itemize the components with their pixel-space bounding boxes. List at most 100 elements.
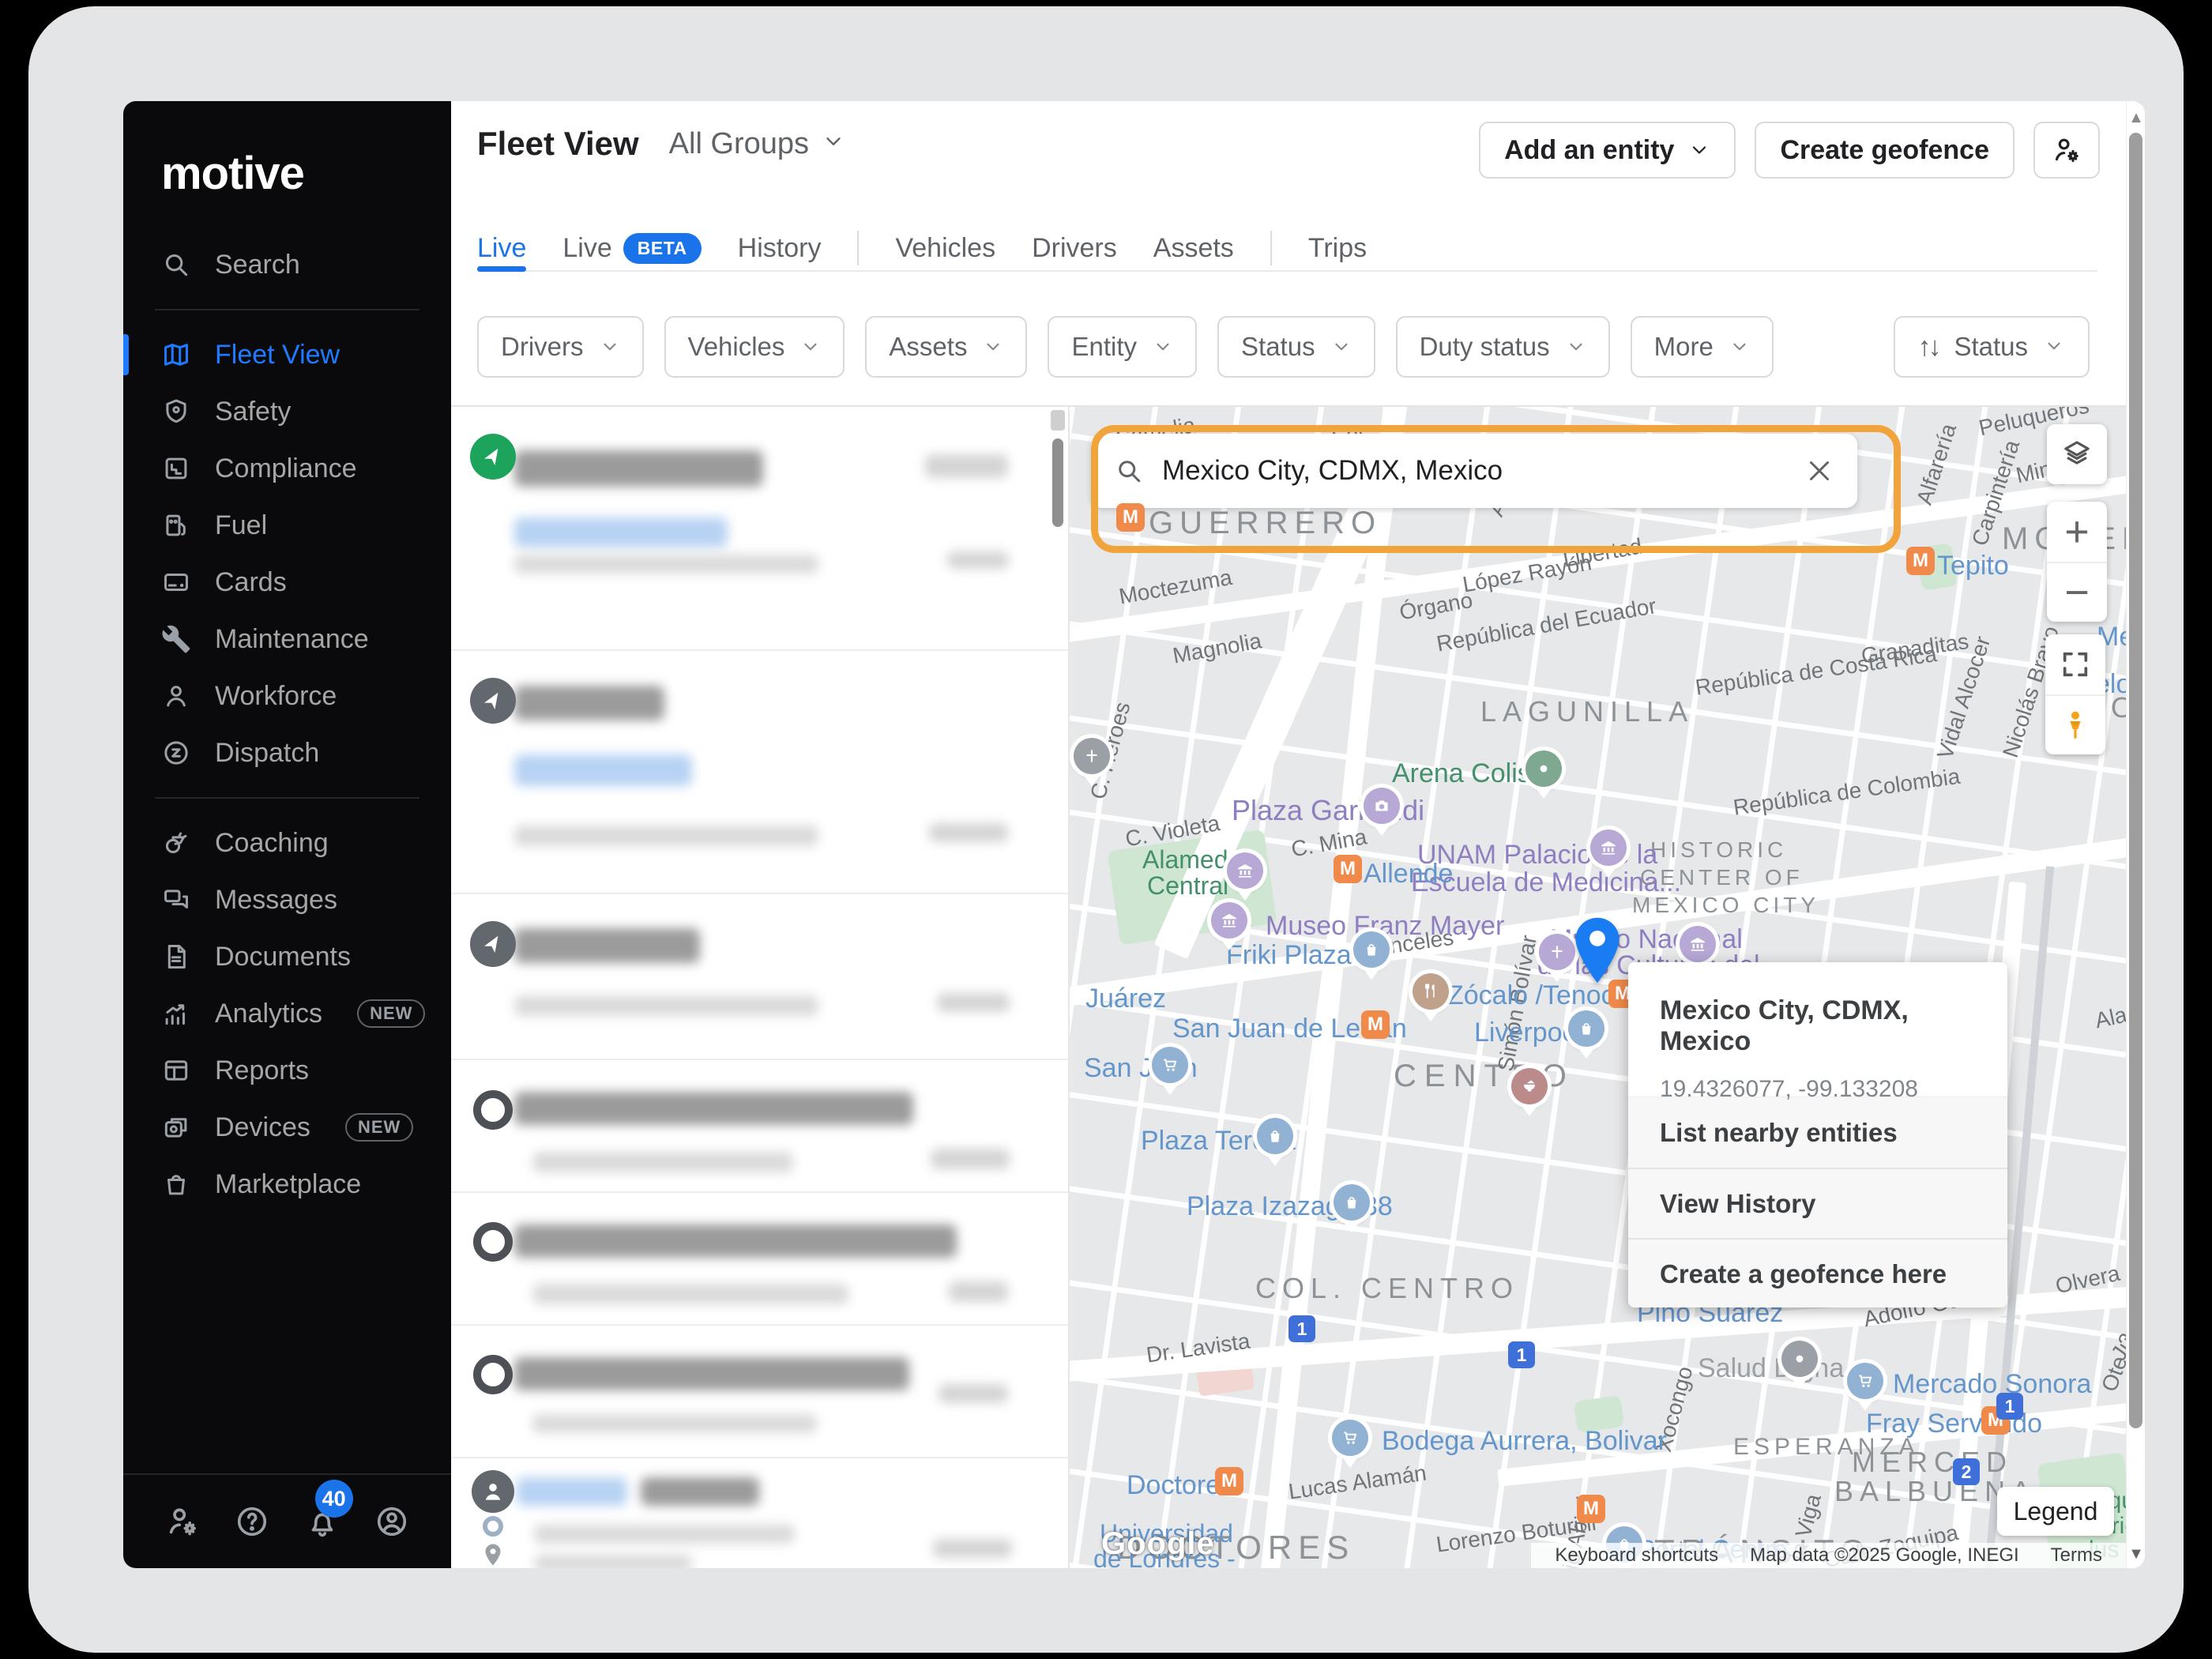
- filter-entity[interactable]: Entity: [1048, 316, 1197, 378]
- sidebar-item-safety[interactable]: Safety: [123, 383, 451, 440]
- scrollbar-up-arrow[interactable]: ▲: [2128, 109, 2144, 127]
- content-area: Fleet View All Groups Add an entity Crea…: [451, 101, 2145, 1568]
- tab-assets[interactable]: Assets: [1153, 226, 1234, 270]
- chevron-down-icon: [1153, 337, 1173, 357]
- report-icon: [161, 1055, 191, 1085]
- page-scrollbar[interactable]: ▲ ▼: [2126, 101, 2145, 1568]
- chevron-down-icon: [800, 337, 821, 357]
- shield-icon: [161, 397, 191, 427]
- scrollbar-handle[interactable]: [2129, 133, 2142, 1428]
- sidebar-item-fleet-view[interactable]: Fleet View: [123, 326, 451, 383]
- sidebar-search[interactable]: Search: [123, 236, 451, 293]
- filter-status[interactable]: Status: [1217, 316, 1375, 378]
- entity-list[interactable]: [451, 407, 1070, 1568]
- map-street-label: Moctezuma: [1117, 565, 1234, 610]
- tab-label: History: [738, 233, 822, 264]
- sidebar-item-label: Devices: [215, 1112, 310, 1143]
- map-poi-label: Salud Digna: [1698, 1353, 1844, 1384]
- filter-label: Vehicles: [688, 332, 785, 362]
- sidebar-item-label: Reports: [215, 1055, 309, 1086]
- zoom-in-button[interactable]: +: [2047, 502, 2107, 562]
- blurred-text: [514, 450, 763, 487]
- blurred-text: [925, 454, 1008, 478]
- map-poi-label: Friki Plaza: [1226, 940, 1352, 971]
- notifications-bell-icon[interactable]: 40: [304, 1503, 340, 1540]
- tab-vehicles[interactable]: Vehicles: [895, 226, 995, 270]
- fullscreen-button[interactable]: [2045, 634, 2105, 694]
- fork-poi-pin: [1413, 973, 1449, 1010]
- sidebar-item-workforce[interactable]: Workforce: [123, 668, 451, 724]
- sidebar-item-documents[interactable]: Documents: [123, 928, 451, 985]
- sidebar-item-messages[interactable]: Messages: [123, 871, 451, 928]
- map-canvas[interactable]: GUERREROLAGUNILLAHISTORICCENTER OFMEXICO…: [1070, 407, 2126, 1568]
- create-geofence-button[interactable]: Create geofence: [1755, 122, 2014, 179]
- zoom-out-button[interactable]: −: [2047, 562, 2107, 622]
- filter-label: More: [1654, 332, 1714, 362]
- filter-label: Status: [1241, 332, 1315, 362]
- person-icon: [161, 681, 191, 711]
- tab-drivers[interactable]: Drivers: [1032, 226, 1117, 270]
- sidebar-item-label: Documents: [215, 942, 351, 972]
- filter-drivers[interactable]: Drivers: [477, 316, 644, 378]
- location-pin[interactable]: [1571, 916, 1623, 985]
- map-street-label: República de Colombia: [1732, 764, 1962, 821]
- sidebar-item-reports[interactable]: Reports: [123, 1042, 451, 1099]
- list-scrollbar-button[interactable]: [1051, 410, 1065, 431]
- sidebar-item-dispatch[interactable]: Dispatch: [123, 724, 451, 781]
- list-row-divider: [451, 893, 1068, 894]
- group-selector[interactable]: All Groups: [669, 127, 845, 161]
- sort-button[interactable]: ↑↓ Status: [1894, 316, 2090, 378]
- metro-station-icon: M: [1334, 855, 1362, 883]
- popup-title: Mexico City, CDMX, Mexico: [1660, 995, 1976, 1057]
- chat-icon: [161, 885, 191, 915]
- filter-label: Assets: [889, 332, 967, 362]
- filter-vehicles[interactable]: Vehicles: [664, 316, 845, 378]
- legend-button[interactable]: Legend: [1997, 1487, 2114, 1536]
- scrollbar-down-arrow[interactable]: ▼: [2128, 1545, 2144, 1563]
- map-view-control: [2045, 634, 2105, 754]
- tab-trips[interactable]: Trips: [1308, 226, 1367, 270]
- sidebar-item-analytics[interactable]: AnalyticsNEW: [123, 985, 451, 1042]
- keyboard-shortcuts-link[interactable]: Keyboard shortcuts: [1555, 1544, 1718, 1567]
- tab-history[interactable]: History: [738, 226, 822, 270]
- sidebar-item-devices[interactable]: Devices NEW: [123, 1099, 451, 1156]
- filter-more[interactable]: More: [1631, 316, 1774, 378]
- popup-action-view-history[interactable]: View History: [1628, 1168, 2007, 1238]
- new-badge: NEW: [345, 1113, 413, 1142]
- sidebar-item-coaching[interactable]: Coaching: [123, 814, 451, 871]
- sidebar-item-fuel[interactable]: Fuel: [123, 497, 451, 554]
- sidebar-item-marketplace[interactable]: Marketplace: [123, 1156, 451, 1213]
- filter-assets[interactable]: Assets: [865, 316, 1027, 378]
- tab-live-beta[interactable]: LiveBETA: [562, 226, 701, 270]
- popup-action-list-nearby-entities[interactable]: List nearby entities: [1628, 1097, 2007, 1168]
- sidebar-item-cards[interactable]: Cards: [123, 554, 451, 611]
- admin-settings-icon[interactable]: [164, 1503, 201, 1540]
- terms-link[interactable]: Terms: [2051, 1544, 2102, 1567]
- route-shield: 1: [1508, 1341, 1535, 1368]
- map-poi-label: Liverpool: [1474, 1018, 1583, 1048]
- popup-action-create-a-geofence-here[interactable]: Create a geofence here: [1628, 1238, 2007, 1307]
- sidebar-item-compliance[interactable]: Compliance: [123, 440, 451, 497]
- sidebar-item-label: Fuel: [215, 510, 267, 541]
- tab-label: Trips: [1308, 233, 1367, 264]
- group-selector-label: All Groups: [669, 127, 809, 161]
- admin-settings-button[interactable]: [2033, 122, 2100, 179]
- layers-icon[interactable]: [2047, 424, 2107, 484]
- pegman-streetview-button[interactable]: [2045, 694, 2105, 754]
- map-data-attribution: Map data ©2025 Google, INEGI: [1750, 1544, 2019, 1567]
- profile-icon[interactable]: [374, 1503, 410, 1540]
- chevron-down-icon: [983, 337, 1003, 357]
- tab-live[interactable]: Live: [477, 226, 526, 270]
- blurred-text: [929, 823, 1008, 842]
- sidebar-item-label: Messages: [215, 885, 337, 916]
- add-entity-button[interactable]: Add an entity: [1479, 122, 1736, 179]
- help-icon[interactable]: [234, 1503, 270, 1540]
- filter-duty-status[interactable]: Duty status: [1396, 316, 1610, 378]
- sidebar-item-maintenance[interactable]: Maintenance: [123, 611, 451, 668]
- devices-icon: [161, 1112, 191, 1142]
- chevron-down-icon: [1566, 337, 1586, 357]
- list-scrollbar[interactable]: [1052, 438, 1063, 527]
- sidebar-item-label: Compliance: [215, 453, 357, 484]
- create-geofence-label: Create geofence: [1780, 135, 1989, 166]
- map-layers-control[interactable]: [2047, 424, 2107, 484]
